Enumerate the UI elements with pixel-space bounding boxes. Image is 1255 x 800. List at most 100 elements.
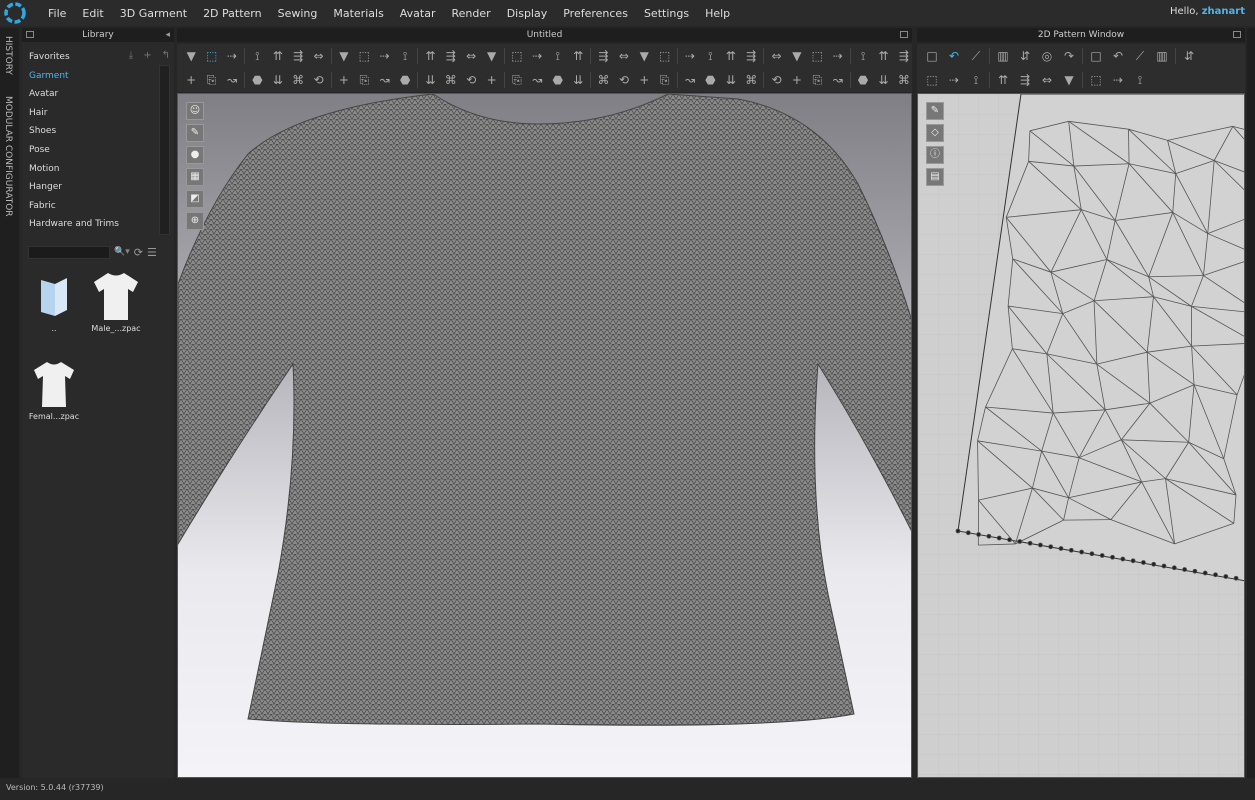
toolbar-tool-icon[interactable]: ⟟ bbox=[397, 48, 413, 64]
toolbar-tool-icon[interactable]: ⬚ bbox=[809, 48, 825, 64]
toolbar-tool-icon[interactable]: ⟟ bbox=[249, 48, 265, 64]
toolbar-tool-icon[interactable]: ⌘ bbox=[743, 72, 759, 88]
toolbar-tool-icon[interactable]: ▼ bbox=[183, 48, 199, 64]
toolbar-tool-icon[interactable]: + bbox=[336, 72, 352, 88]
toolbar-tool-icon[interactable]: ⎘ bbox=[356, 72, 372, 88]
pattern-point[interactable] bbox=[965, 530, 971, 536]
file-item-female[interactable]: Femal...zpac bbox=[24, 356, 84, 421]
toolbar-tool-icon[interactable]: ⇶ bbox=[896, 48, 912, 64]
toolbar-tool-icon[interactable]: ↝ bbox=[376, 72, 392, 88]
toolbar-tool-icon[interactable]: ⇊ bbox=[875, 72, 891, 88]
toolbar-tool-icon[interactable]: ⇵ bbox=[1016, 48, 1034, 64]
toolbar-tool-icon[interactable]: □ bbox=[1087, 48, 1105, 64]
toolbar-tool-icon[interactable]: ⇶ bbox=[443, 48, 459, 64]
pattern-point[interactable] bbox=[986, 533, 992, 539]
toolbar-tool-icon[interactable]: ⌘ bbox=[595, 72, 611, 88]
toolbar-tool-icon[interactable]: ⇢ bbox=[830, 48, 846, 64]
pattern-point[interactable] bbox=[1202, 570, 1208, 576]
toolbar-tool-icon[interactable]: ▥ bbox=[1153, 48, 1171, 64]
back-icon[interactable]: ↰ bbox=[162, 50, 170, 61]
pattern-point[interactable] bbox=[1233, 575, 1239, 581]
garment-visibility-icon[interactable]: ◇ bbox=[926, 124, 944, 142]
popout-icon[interactable] bbox=[900, 31, 908, 38]
avatar-display-icon[interactable]: ☺ bbox=[186, 102, 204, 120]
toolbar-tool-icon[interactable]: ⇶ bbox=[290, 48, 306, 64]
pattern-point[interactable] bbox=[955, 528, 961, 534]
pattern-point[interactable] bbox=[1058, 546, 1064, 551]
pattern-point[interactable] bbox=[1079, 549, 1085, 555]
info-icon[interactable]: ⓘ bbox=[926, 146, 944, 164]
pattern-point[interactable] bbox=[1151, 561, 1157, 567]
pattern-point[interactable] bbox=[1038, 542, 1043, 548]
pattern-point[interactable] bbox=[1192, 568, 1198, 574]
toolbar-tool-icon[interactable]: ⇈ bbox=[570, 48, 586, 64]
category-motion[interactable]: Motion bbox=[22, 160, 160, 179]
popout-icon[interactable] bbox=[26, 31, 34, 38]
toolbar-tool-icon[interactable]: ⬣ bbox=[550, 72, 566, 88]
toolbar-tool-icon[interactable]: ⟟ bbox=[550, 48, 566, 64]
toolbar-tool-icon[interactable]: ⬣ bbox=[249, 72, 265, 88]
mesh-display-icon[interactable]: ▦ bbox=[186, 168, 204, 186]
pattern-point[interactable] bbox=[1027, 540, 1033, 546]
toolbar-tool-icon[interactable]: ▼ bbox=[1060, 72, 1078, 88]
pattern-point[interactable] bbox=[1048, 544, 1054, 550]
toolbar-tool-icon[interactable]: ↝ bbox=[529, 72, 545, 88]
toolbar-tool-icon[interactable]: ⇈ bbox=[270, 48, 286, 64]
toolbar-tool-icon[interactable]: ↝ bbox=[682, 72, 698, 88]
toolbar-tool-icon[interactable]: ⎘ bbox=[809, 72, 825, 88]
toolbar-tool-icon[interactable]: ⇢ bbox=[529, 48, 545, 64]
collapse-icon[interactable]: ◂ bbox=[165, 28, 170, 42]
category-favorites[interactable]: Favorites bbox=[22, 48, 160, 67]
toolbar-tool-icon[interactable]: ⎘ bbox=[509, 72, 525, 88]
toolbar-tool-icon[interactable]: ↝ bbox=[224, 72, 240, 88]
menu-2d-pattern[interactable]: 2D Pattern bbox=[195, 7, 270, 20]
pattern-point[interactable] bbox=[1182, 567, 1188, 572]
grid-icon[interactable]: ⊕ bbox=[186, 212, 204, 230]
category-hair[interactable]: Hair bbox=[22, 104, 160, 123]
toolbar-tool-icon[interactable]: ⟲ bbox=[463, 72, 479, 88]
category-avatar[interactable]: Avatar bbox=[22, 85, 160, 104]
toolbar-tool-icon[interactable]: ⟲ bbox=[616, 72, 632, 88]
sheets-icon[interactable]: ▤ bbox=[926, 168, 944, 186]
toolbar-tool-icon[interactable]: ▼ bbox=[336, 48, 352, 64]
toolbar-tool-icon[interactable]: ⇔ bbox=[310, 48, 326, 64]
category-hanger[interactable]: Hanger bbox=[22, 178, 160, 197]
toolbar-tool-icon[interactable]: ⬣ bbox=[702, 72, 718, 88]
toolbar-tool-icon[interactable]: ⇈ bbox=[422, 48, 438, 64]
pattern-point[interactable] bbox=[1068, 547, 1074, 553]
pattern-point[interactable] bbox=[1007, 537, 1012, 543]
category-scrollbar[interactable] bbox=[159, 65, 170, 235]
toolbar-tool-icon[interactable]: ⇶ bbox=[1016, 72, 1034, 88]
search-icon[interactable]: 🔍▾ bbox=[114, 247, 130, 257]
toolbar-tool-icon[interactable]: ⇢ bbox=[682, 48, 698, 64]
menu-3d-garment[interactable]: 3D Garment bbox=[112, 7, 195, 20]
toolbar-tool-icon[interactable]: ▼ bbox=[789, 48, 805, 64]
toolbar-tool-icon[interactable]: ⌘ bbox=[896, 72, 912, 88]
pattern-point[interactable] bbox=[1171, 565, 1177, 571]
toolbar-tool-icon[interactable]: ⎘ bbox=[203, 72, 219, 88]
toolbar-tool-icon[interactable]: ⟋ bbox=[967, 48, 985, 64]
pattern-point[interactable] bbox=[1017, 539, 1023, 544]
pattern-point[interactable] bbox=[1223, 574, 1229, 579]
toolbar-tool-icon[interactable]: ⇊ bbox=[570, 72, 586, 88]
file-item-male[interactable]: Male_...zpac bbox=[86, 268, 146, 333]
category-shoes[interactable]: Shoes bbox=[22, 122, 160, 141]
tab-modular-configurator[interactable]: MODULAR CONFIGURATOR bbox=[3, 96, 13, 217]
toolbar-tool-icon[interactable]: ⇔ bbox=[616, 48, 632, 64]
toolbar-tool-icon[interactable]: ⟟ bbox=[967, 72, 985, 88]
toolbar-tool-icon[interactable]: ⇔ bbox=[768, 48, 784, 64]
pattern-point[interactable] bbox=[1110, 554, 1115, 560]
toolbar-tool-icon[interactable]: ⬚ bbox=[1087, 72, 1105, 88]
toolbar-tool-icon[interactable]: ⬚ bbox=[356, 48, 372, 64]
pattern-point[interactable] bbox=[1130, 558, 1136, 564]
3d-viewport[interactable]: ☺ ✎ ● ▦ ◩ ⊕ bbox=[177, 93, 912, 778]
toolbar-tool-icon[interactable]: ⟟ bbox=[855, 48, 871, 64]
toolbar-tool-icon[interactable]: ⟲ bbox=[310, 72, 326, 88]
toolbar-tool-icon[interactable]: ⇊ bbox=[270, 72, 286, 88]
toolbar-tool-icon[interactable]: ⟋ bbox=[1131, 48, 1149, 64]
tab-history[interactable]: HISTORY bbox=[3, 36, 13, 75]
toolbar-tool-icon[interactable]: ⇊ bbox=[723, 72, 739, 88]
popout-icon[interactable] bbox=[1233, 31, 1241, 38]
menu-help[interactable]: Help bbox=[697, 7, 738, 20]
toolbar-tool-icon[interactable]: ⇔ bbox=[1038, 72, 1056, 88]
